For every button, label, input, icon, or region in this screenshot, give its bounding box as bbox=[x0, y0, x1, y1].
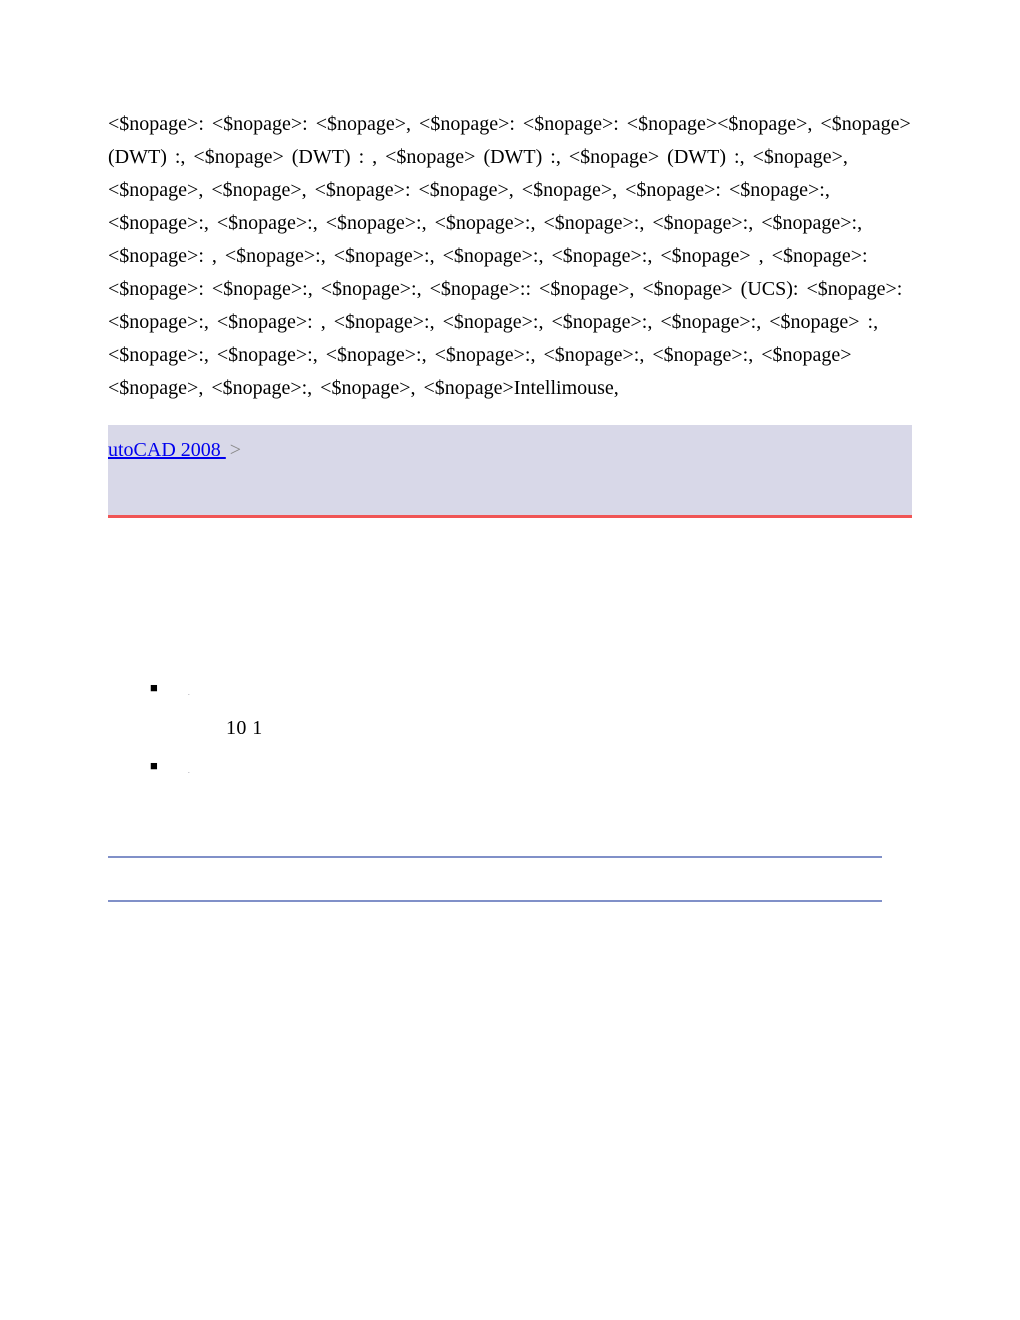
bullet-list-section: . 10 1 . bbox=[0, 676, 1020, 786]
list-numbers: 10 1 bbox=[188, 712, 1020, 744]
list-item-dot: . bbox=[188, 689, 190, 697]
divider-line bbox=[108, 856, 882, 858]
list-item: . bbox=[150, 754, 1020, 786]
breadcrumb-bar: utoCAD 2008 > bbox=[108, 425, 912, 518]
nopage-content: <$nopage>: <$nopage>: <$nopage>, <$nopag… bbox=[108, 113, 911, 399]
list-item-dot: . bbox=[188, 767, 190, 775]
nopage-text-block: <$nopage>: <$nopage>: <$nopage>, <$nopag… bbox=[0, 0, 1020, 425]
divider-container bbox=[108, 856, 882, 902]
breadcrumb-separator: > bbox=[230, 439, 241, 461]
list-item: . 10 1 bbox=[150, 676, 1020, 744]
divider-line bbox=[108, 900, 882, 902]
breadcrumb-link[interactable]: utoCAD 2008 bbox=[108, 439, 226, 461]
